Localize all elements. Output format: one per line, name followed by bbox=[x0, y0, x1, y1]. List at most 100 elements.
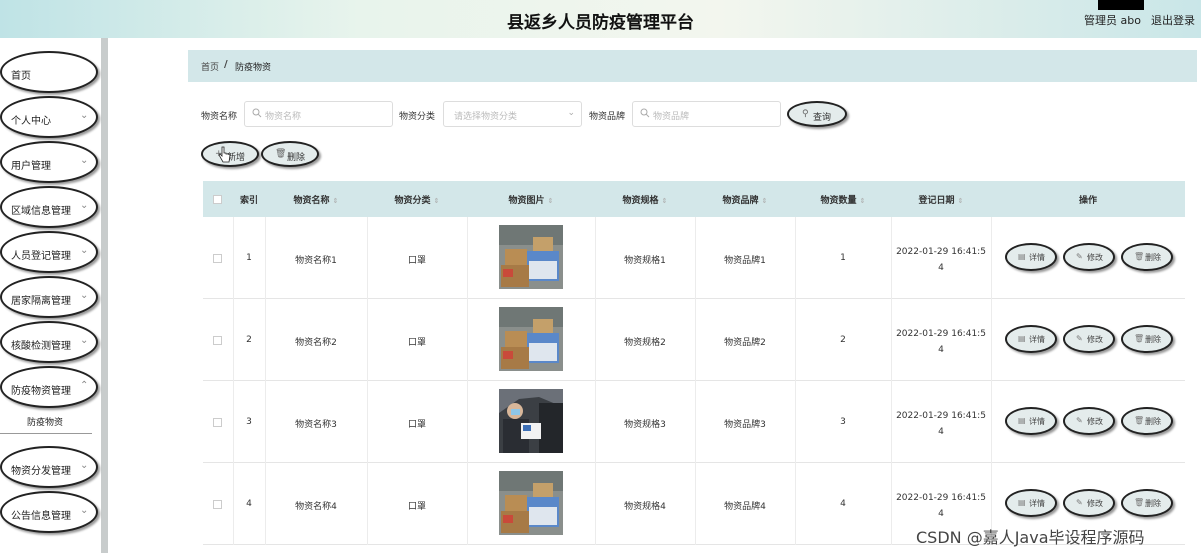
delete-button[interactable]: 🗑 删除 bbox=[1121, 325, 1173, 353]
cell-spec: 物资规格3 bbox=[624, 420, 666, 430]
cell-category: 口罩 bbox=[407, 256, 426, 266]
select-all-checkbox[interactable] bbox=[213, 195, 222, 204]
sidebar-item-distribution[interactable]: 物资分发管理 ⌄ bbox=[0, 446, 98, 488]
sidebar-scrollbar[interactable] bbox=[101, 38, 108, 553]
sidebar-item-supplies[interactable]: 防疫物资管理 ⌃ bbox=[0, 366, 98, 408]
cell-name: 物资名称3 bbox=[295, 420, 337, 430]
sidebar-item-regions[interactable]: 区域信息管理 ⌄ bbox=[0, 186, 98, 228]
supply-image[interactable] bbox=[499, 471, 563, 535]
sort-icon[interactable]: ⇕ bbox=[548, 197, 554, 205]
sort-icon[interactable]: ⇕ bbox=[860, 197, 866, 205]
edit-button[interactable]: ✎ 修改 bbox=[1063, 407, 1115, 435]
table-header: 索引 物资名称 ⇕ 物资分类 ⇕ 物资图片 ⇕ 物资规格 ⇕ 物资品牌 ⇕ 物资数量 ⇕ 登… bbox=[203, 181, 1185, 217]
detail-button[interactable]: ▤ 详情 bbox=[1005, 407, 1057, 435]
table-row: 2 物资名称2 口罩 物资规格2 物资品牌2 2 2022-01-29 16:4… bbox=[203, 299, 1185, 381]
submenu-item-supplies[interactable]: 防疫物资 bbox=[0, 410, 92, 434]
detail-button[interactable]: ▤ 详情 bbox=[1005, 243, 1057, 271]
submenu-item-label: 防疫物资 bbox=[27, 418, 64, 428]
column-header-label: 物资名称 bbox=[293, 196, 330, 206]
detail-button-label: 详情 bbox=[1029, 417, 1045, 426]
delete-button[interactable]: 🗑 删除 bbox=[1121, 243, 1173, 271]
sort-icon[interactable]: ⇕ bbox=[762, 197, 768, 205]
hand-cursor-icon bbox=[218, 146, 231, 163]
delete-button[interactable]: 🗑 删除 bbox=[1121, 489, 1173, 517]
cell-category: 口罩 bbox=[407, 502, 426, 512]
column-header-name[interactable]: 物资名称 ⇕ bbox=[265, 193, 367, 206]
logout-link[interactable]: 退出登录 bbox=[1151, 12, 1195, 28]
column-header-image[interactable]: 物资图片 ⇕ bbox=[467, 193, 595, 206]
column-header-label: 物资数量 bbox=[820, 196, 857, 206]
sidebar-item-label: 首页 bbox=[11, 71, 31, 82]
supply-image[interactable] bbox=[499, 307, 563, 371]
column-header-label: 物资分类 bbox=[394, 196, 431, 206]
row-checkbox[interactable] bbox=[213, 500, 222, 509]
column-header-spec[interactable]: 物资规格 ⇕ bbox=[595, 193, 695, 206]
supply-image[interactable] bbox=[499, 225, 563, 289]
breadcrumb-home[interactable]: 首页 bbox=[201, 60, 219, 73]
sidebar-item-profile[interactable]: 个人中心 ⌄ bbox=[0, 96, 98, 138]
cell-category: 口罩 bbox=[407, 420, 426, 430]
name-search-input[interactable]: 物资名称 bbox=[244, 101, 393, 127]
category-select-placeholder: 请选择物资分类 bbox=[454, 112, 518, 122]
table-row: 1 物资名称1 口罩 物资规格1 物资品牌1 1 2022-01-29 16:4… bbox=[203, 217, 1185, 299]
sidebar-item-notices[interactable]: 公告信息管理 ⌄ bbox=[0, 491, 98, 533]
column-header-label: 物资图片 bbox=[508, 196, 545, 206]
detail-button[interactable]: ▤ 详情 bbox=[1005, 325, 1057, 353]
category-select[interactable]: 请选择物资分类 ⌄ bbox=[443, 101, 582, 127]
chevron-down-icon: ⌄ bbox=[80, 335, 89, 346]
column-header-date[interactable]: 登记日期 ⇕ bbox=[891, 193, 991, 206]
bulk-delete-button[interactable]: 🗑 删除 bbox=[261, 141, 319, 167]
sidebar-item-registration[interactable]: 人员登记管理 ⌄ bbox=[0, 231, 98, 273]
column-header-quantity[interactable]: 物资数量 ⇕ bbox=[795, 193, 891, 206]
row-checkbox[interactable] bbox=[213, 336, 222, 345]
column-header-category[interactable]: 物资分类 ⇕ bbox=[367, 193, 467, 206]
chevron-down-icon: ⌄ bbox=[80, 505, 89, 516]
column-header-brand[interactable]: 物资品牌 ⇕ bbox=[695, 193, 795, 206]
edit-button-label: 修改 bbox=[1087, 335, 1103, 344]
detail-button-label: 详情 bbox=[1029, 253, 1045, 262]
row-checkbox[interactable] bbox=[213, 418, 222, 427]
edit-button[interactable]: ✎ 修改 bbox=[1063, 489, 1115, 517]
name-filter-label: 物资名称 bbox=[201, 112, 238, 122]
sidebar-item-label: 用户管理 bbox=[11, 161, 51, 172]
brand-search-placeholder: 物资品牌 bbox=[653, 112, 690, 122]
edit-button[interactable]: ✎ 修改 bbox=[1063, 325, 1115, 353]
cell-date-line: 4 bbox=[938, 427, 944, 437]
supply-image[interactable] bbox=[499, 389, 563, 453]
detail-button[interactable]: ▤ 详情 bbox=[1005, 489, 1057, 517]
chevron-down-icon: ⌄ bbox=[80, 200, 89, 211]
breadcrumb: 首页 / 防疫物资 bbox=[188, 50, 1197, 82]
cell-spec: 物资规格1 bbox=[624, 256, 666, 266]
sort-icon[interactable]: ⇕ bbox=[333, 197, 339, 205]
brand-search-input[interactable]: 物资品牌 bbox=[632, 101, 781, 127]
edit-button[interactable]: ✎ 修改 bbox=[1063, 243, 1115, 271]
cell-spec: 物资规格4 bbox=[624, 502, 666, 512]
query-button[interactable]: ⚲ 查询 bbox=[787, 101, 847, 127]
row-checkbox[interactable] bbox=[213, 254, 222, 263]
document-icon: ▤ bbox=[1018, 498, 1026, 507]
cell-quantity: 2 bbox=[840, 335, 846, 345]
cell-category: 口罩 bbox=[407, 338, 426, 348]
sidebar-item-nucleic-test[interactable]: 核酸检测管理 ⌄ bbox=[0, 321, 98, 363]
cell-name: 物资名称2 bbox=[295, 338, 337, 348]
pencil-icon: ✎ bbox=[1076, 334, 1083, 343]
cell-index: 2 bbox=[246, 335, 252, 345]
bulk-delete-button-label: 删除 bbox=[287, 153, 306, 163]
delete-button[interactable]: 🗑 删除 bbox=[1121, 407, 1173, 435]
sort-icon[interactable]: ⇕ bbox=[662, 197, 668, 205]
name-search-placeholder: 物资名称 bbox=[265, 112, 302, 122]
sidebar-item-users[interactable]: 用户管理 ⌄ bbox=[0, 141, 98, 183]
brand-filter-label: 物资品牌 bbox=[589, 112, 626, 122]
cell-brand: 物资品牌3 bbox=[724, 420, 766, 430]
column-divider bbox=[467, 217, 468, 299]
pencil-icon: ✎ bbox=[1076, 498, 1083, 507]
sidebar-item-home-isolation[interactable]: 居家隔离管理 ⌄ bbox=[0, 276, 98, 318]
sidebar-item-label: 个人中心 bbox=[11, 116, 51, 127]
cell-date: 2022-01-29 16:41:5 4 bbox=[891, 244, 991, 276]
sort-icon[interactable]: ⇕ bbox=[434, 197, 440, 205]
app-title: 县返乡人员防疫管理平台 bbox=[507, 13, 694, 33]
sidebar-item-home[interactable]: 首页 bbox=[0, 51, 98, 93]
column-divider bbox=[233, 463, 234, 545]
sort-icon[interactable]: ⇕ bbox=[958, 197, 964, 205]
column-divider bbox=[467, 463, 468, 545]
